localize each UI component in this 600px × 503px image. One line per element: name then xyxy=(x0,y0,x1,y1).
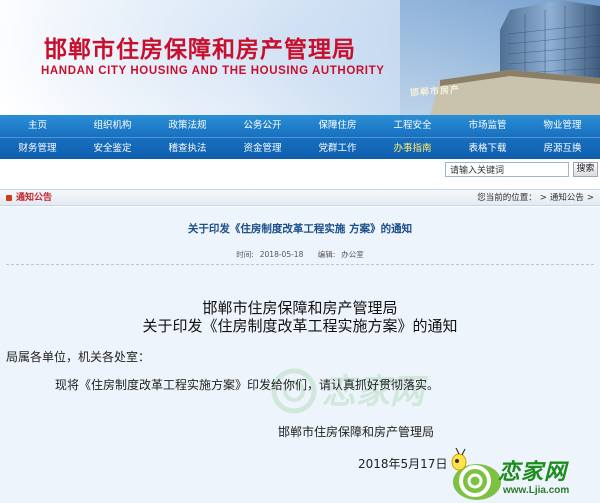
bullet-icon xyxy=(6,195,12,201)
nav-item-property-management[interactable]: 物业管理 xyxy=(525,115,600,137)
section-title: 通知公告 xyxy=(16,193,53,203)
site-subtitle: HANDAN CITY HOUSING AND THE HOUSING AUTH… xyxy=(41,65,385,77)
signature: 邯郸市住房保障和房产管理局 xyxy=(278,425,435,439)
nav-row-2: 财务管理 安全鉴定 稽查执法 资金管理 党群工作 办事指南 表格下载 房源互换 xyxy=(0,137,600,159)
nav-item-organization[interactable]: 组织机构 xyxy=(75,115,150,137)
nav-item-public-affairs[interactable]: 公务公开 xyxy=(225,115,300,137)
building-illustration xyxy=(400,0,600,115)
nav-item-fund-management[interactable]: 资金管理 xyxy=(225,138,300,159)
nav-item-housing-security[interactable]: 保障住房 xyxy=(300,115,375,137)
salutation: 局属各单位，机关各处室： xyxy=(6,350,151,364)
nav-item-project-safety[interactable]: 工程安全 xyxy=(375,115,450,137)
document-title: 关于印发《住房制度改革工程实施方案》的通知 xyxy=(142,317,458,335)
nav-item-finance[interactable]: 财务管理 xyxy=(0,138,75,159)
time-label: 时间: xyxy=(236,250,254,259)
nav-item-service-guide[interactable]: 办事指南 xyxy=(375,138,450,159)
site-title: 邯郸市住房保障和房产管理局 xyxy=(44,36,356,63)
section-header: 通知公告 您当前的位置： > 通知公告 > xyxy=(0,189,600,206)
nav-item-housing-exchange[interactable]: 房源互换 xyxy=(525,138,600,159)
watermark-text: 恋家网 xyxy=(498,460,568,485)
search-input[interactable] xyxy=(445,162,569,177)
body-paragraph: 现将《住房制度改革工程实施方案》印发给你们，请认真抓好贯彻落实。 xyxy=(55,378,440,392)
nav-item-inspection[interactable]: 稽查执法 xyxy=(150,138,225,159)
document-date: 2018年5月17日 xyxy=(358,457,448,471)
publish-date: 2018-05-18 xyxy=(259,250,304,259)
nav-item-home[interactable]: 主页 xyxy=(0,115,75,137)
breadcrumb-separator: > xyxy=(586,193,594,203)
main-nav: 主页 组织机构 政策法规 公务公开 保障住房 工程安全 市场监管 物业管理 财务… xyxy=(0,115,600,159)
editor-name: 办公室 xyxy=(341,250,364,259)
article-meta: 时间: 2018-05-18 编辑: 办公室 xyxy=(0,249,600,260)
search-button[interactable]: 搜索 xyxy=(573,162,598,177)
header-banner: 邯郸市住房保障和房产管理局 HANDAN CITY HOUSING AND TH… xyxy=(0,0,600,115)
breadcrumb-prefix: 您当前的位置： xyxy=(477,193,537,203)
search-bar: 搜索 xyxy=(0,159,600,181)
breadcrumb: 您当前的位置： > 通知公告 > xyxy=(474,192,594,204)
divider xyxy=(6,264,594,265)
nav-row-1: 主页 组织机构 政策法规 公务公开 保障住房 工程安全 市场监管 物业管理 xyxy=(0,115,600,137)
breadcrumb-link-notices[interactable]: 通知公告 xyxy=(550,192,584,204)
nav-item-form-download[interactable]: 表格下载 xyxy=(450,138,525,159)
editor-label: 编辑: xyxy=(317,250,336,259)
article-title: 关于印发《住房制度改革工程实施 方案》的通知 xyxy=(187,223,413,235)
nav-item-safety-appraisal[interactable]: 安全鉴定 xyxy=(75,138,150,159)
nav-item-party-work[interactable]: 党群工作 xyxy=(300,138,375,159)
breadcrumb-separator: > xyxy=(539,193,547,203)
nav-item-market-supervision[interactable]: 市场监管 xyxy=(450,115,525,137)
watermark-url: www.Ljia.com xyxy=(503,485,570,496)
nav-item-policies[interactable]: 政策法规 xyxy=(150,115,225,137)
